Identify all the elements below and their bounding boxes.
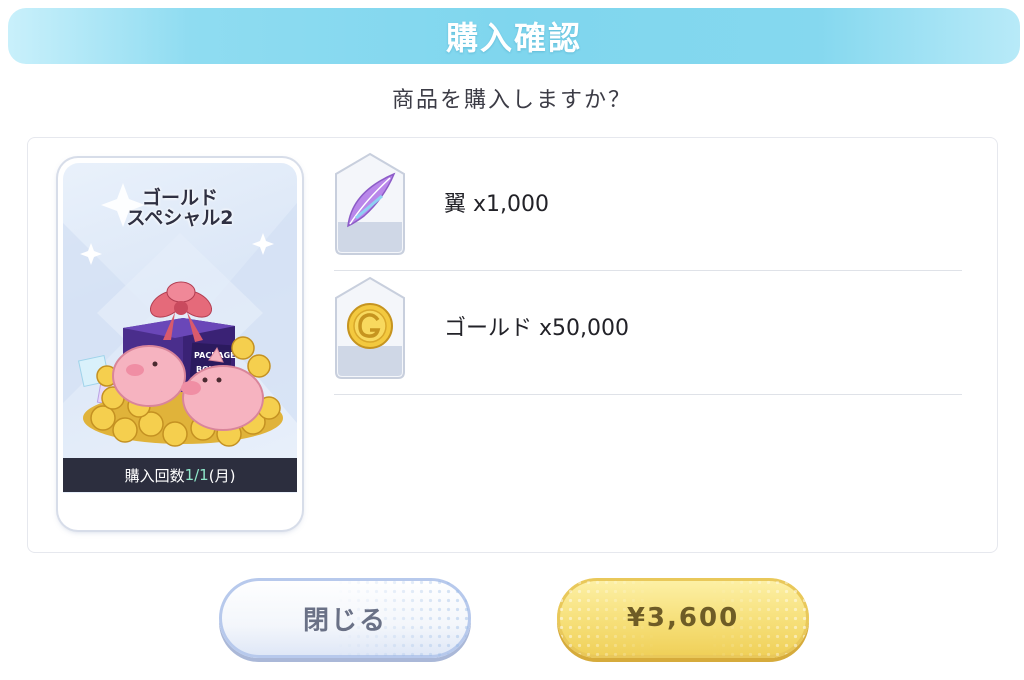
purchase-count-suffix: (月) <box>208 466 236 485</box>
item-label: ゴールド x50,000 <box>444 316 629 341</box>
close-button-label: 閉じる <box>302 605 387 636</box>
list-item: ゴールド x50,000 <box>334 272 962 395</box>
package-name-line2: スペシャル2 <box>126 207 234 229</box>
package-name-line1: ゴールド <box>141 187 218 209</box>
purchase-count-prefix: 購入回数 <box>124 466 185 485</box>
item-label: 翼 x1,000 <box>444 192 549 217</box>
package-artwork: PACKAGE BOX <box>77 281 283 447</box>
purchase-count: 購入回数 1/1 (月) <box>63 458 297 492</box>
purchase-question: 商品を購入しますか？ <box>391 88 632 113</box>
purchase-price-label: ¥3,600 <box>626 603 740 633</box>
dialog-title: 購入確認 <box>445 19 582 57</box>
package-name: ゴールド スペシャル2 <box>58 188 302 228</box>
gold-coin-icon <box>335 276 405 379</box>
close-button[interactable]: 閉じる <box>219 578 471 658</box>
list-item: 翼 x1,000 <box>334 148 962 271</box>
purchase-button[interactable]: ¥3,600 <box>557 578 809 658</box>
dialog-title-bar: 購入確認 <box>8 8 1020 64</box>
feather-icon <box>335 152 405 255</box>
purchase-count-value: 1/1 <box>184 466 209 484</box>
package-card: ゴールド スペシャル2 PACKAGE BOX <box>58 158 302 530</box>
